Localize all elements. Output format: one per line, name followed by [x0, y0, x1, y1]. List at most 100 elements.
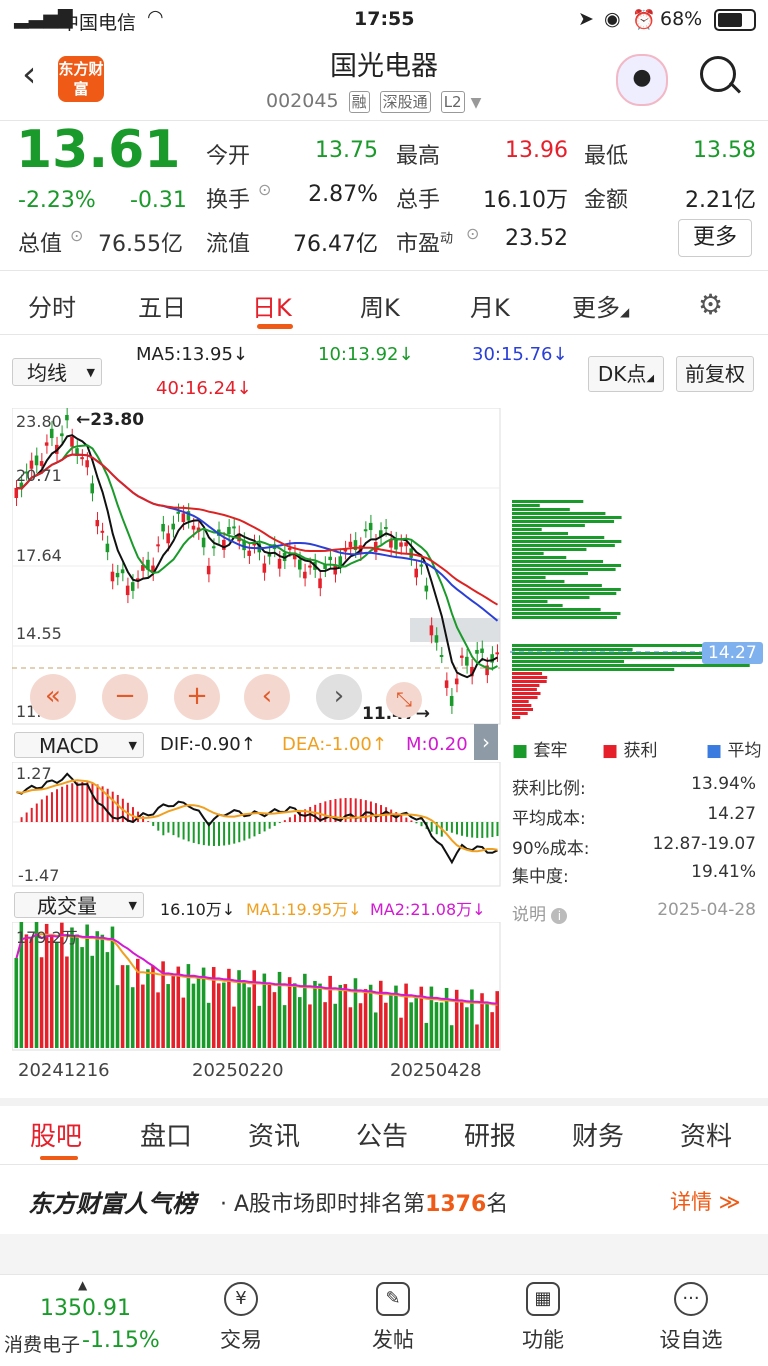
dk-point-button[interactable]: DK点◢: [588, 356, 664, 392]
macd-select[interactable]: MACD ▼: [14, 732, 144, 758]
volume-bar: [232, 1006, 236, 1048]
chip-bar: [512, 660, 625, 663]
tag-level2: L2: [440, 91, 465, 113]
nav-trade[interactable]: ¥ 交易: [186, 1282, 296, 1354]
volume-bar: [495, 991, 499, 1048]
volume-bar: [338, 984, 343, 1048]
move-left-button[interactable]: ‹: [244, 674, 290, 720]
adjust-price-button[interactable]: 前复权: [676, 356, 754, 392]
tab-five-day[interactable]: 五日: [138, 288, 186, 323]
volume-bar: [49, 934, 54, 1048]
volume-bar: [429, 986, 434, 1048]
volume-bar: [424, 1022, 429, 1048]
y-label-4: 14.55: [16, 624, 62, 643]
zoom-in-button[interactable]: +: [174, 674, 220, 720]
nav-functions[interactable]: ▦ 功能: [488, 1282, 598, 1354]
info-icon[interactable]: ⊙: [466, 224, 479, 243]
candle-body: [308, 565, 312, 568]
volume-bar: [449, 1025, 454, 1048]
candle-body: [318, 578, 322, 589]
index-name[interactable]: 消费电子: [4, 1330, 80, 1357]
subtab-profile[interactable]: 资料: [680, 1116, 732, 1153]
chip-bar: [512, 528, 542, 531]
volume-bar: [454, 989, 459, 1048]
volume-bar: [217, 983, 221, 1048]
search-icon[interactable]: [700, 56, 736, 92]
robot-assistant-icon[interactable]: ●: [616, 54, 668, 106]
rank-detail-link[interactable]: 详情 ≫: [670, 1186, 741, 1216]
candle-body: [495, 652, 499, 655]
candle-body: [70, 436, 74, 447]
chip-bar: [512, 648, 633, 651]
volume-bar: [151, 965, 155, 1048]
tab-daily-k[interactable]: 日K: [252, 288, 292, 323]
volume-bar: [196, 977, 201, 1048]
subtab-research[interactable]: 研报: [464, 1116, 516, 1153]
volume-bar: [358, 1003, 363, 1048]
tab-intraday[interactable]: 分时: [28, 288, 76, 323]
subtab-news[interactable]: 资讯: [248, 1116, 300, 1153]
candle-body: [303, 571, 307, 579]
candle-body: [475, 649, 479, 654]
volume-bar: [379, 980, 383, 1048]
volume-bar: [39, 957, 44, 1048]
date-label-2: 20250220: [192, 1060, 284, 1081]
volume-bar: [353, 978, 358, 1048]
tab-more[interactable]: 更多◢: [572, 288, 629, 323]
chip-bar: [512, 564, 622, 567]
ma-select[interactable]: 均线 ▼: [12, 358, 102, 386]
zoom-out-button[interactable]: −: [102, 674, 148, 720]
chip-bar: [512, 708, 533, 711]
subtab-finance[interactable]: 财务: [572, 1116, 624, 1153]
candle-body: [166, 533, 170, 544]
candle-body: [424, 585, 429, 592]
candle-body: [191, 525, 196, 530]
chip-bar: [512, 500, 584, 503]
volume-bar: [181, 997, 186, 1048]
tab-weekly-k[interactable]: 周K: [360, 288, 400, 323]
alarm-icon: ⏰: [632, 9, 656, 31]
more-quote-button[interactable]: 更多: [678, 219, 752, 257]
index-value[interactable]: 1350.91: [40, 1296, 131, 1321]
subtab-forum[interactable]: 股吧: [30, 1116, 82, 1153]
grid-icon: ▦: [526, 1282, 560, 1316]
chip-bar: [512, 540, 622, 543]
candle-body: [85, 460, 89, 468]
turnover-value: 2.87%: [308, 182, 378, 207]
volume-bar: [14, 958, 19, 1048]
stock-code-row[interactable]: 002045 融 深股通 L2 ▼: [266, 90, 481, 113]
subtab-announcements[interactable]: 公告: [356, 1116, 408, 1153]
turnover-label: 换手: [206, 188, 251, 213]
volume-bar: [313, 980, 317, 1048]
candle-body: [363, 529, 368, 532]
concentration-value: 19.41%: [691, 862, 756, 882]
panel-expand-button[interactable]: ›: [474, 724, 498, 760]
nav-post[interactable]: ✎ 发帖: [338, 1282, 448, 1354]
profit-ratio-label: 获利比例:: [512, 779, 586, 799]
chip-note[interactable]: 说明 i: [512, 900, 568, 925]
volume-bar: [465, 1007, 469, 1048]
volume-bar: [328, 975, 332, 1048]
chip-bar: [512, 680, 547, 683]
subtab-orderbook[interactable]: 盘口: [140, 1116, 192, 1153]
section-divider: [0, 1098, 768, 1106]
move-right-button[interactable]: ›: [316, 674, 362, 720]
tab-monthly-k[interactable]: 月K: [470, 288, 510, 323]
chip-bar: [512, 504, 540, 507]
volume-select[interactable]: 成交量 ▼: [14, 892, 144, 918]
fullscreen-icon[interactable]: ⤡: [386, 682, 422, 718]
chip-bar: [512, 516, 622, 519]
info-icon[interactable]: ⊙: [258, 180, 271, 199]
spacer: [0, 1234, 768, 1274]
popularity-brand: 东方财富人气榜: [28, 1190, 196, 1218]
clock: 17:55: [354, 8, 415, 30]
jump-start-button[interactable]: «: [30, 674, 76, 720]
max-price-marker: ←23.80: [76, 410, 145, 430]
candle-body: [130, 582, 135, 591]
avg-cost-value: 14.27: [707, 804, 756, 824]
nav-add-watchlist[interactable]: ··· 设自选: [636, 1282, 746, 1354]
candle-body: [232, 526, 236, 529]
float-cap-value: 76.47亿: [293, 232, 378, 257]
settings-gear-icon[interactable]: ⚙: [698, 288, 723, 321]
info-icon[interactable]: ⊙: [70, 226, 83, 245]
